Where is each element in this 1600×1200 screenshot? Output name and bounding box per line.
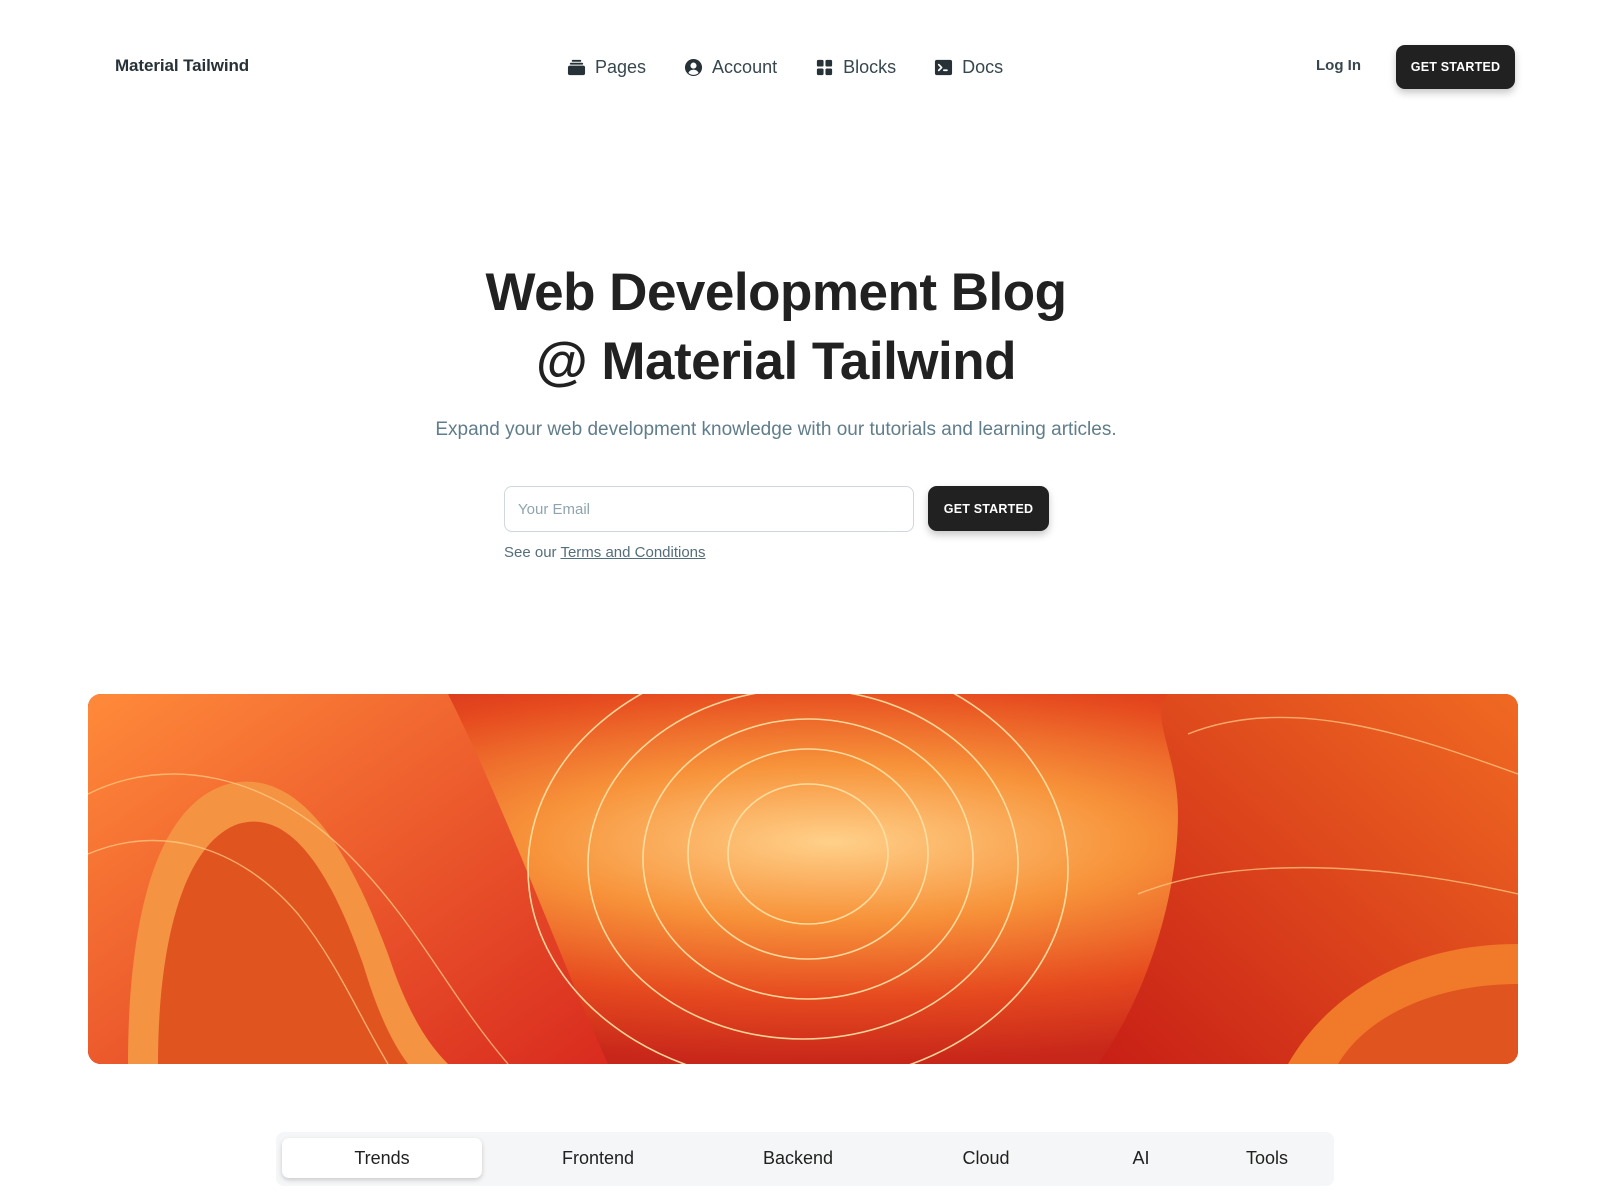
pages-icon [567, 58, 586, 77]
navbar: Material Tailwind Pages Account Blocks D… [0, 0, 1600, 134]
login-link[interactable]: Log In [1316, 57, 1361, 74]
abstract-paper-art [88, 694, 1518, 1064]
category-tabs: Trends Frontend Backend Cloud AI Tools [276, 1132, 1334, 1186]
tab-trends[interactable]: Trends [282, 1138, 482, 1178]
title-line-2: @ Material Tailwind [536, 332, 1017, 391]
tab-frontend[interactable]: Frontend [498, 1138, 698, 1178]
hero-banner-image [88, 694, 1518, 1064]
tab-tools[interactable]: Tools [1202, 1138, 1332, 1178]
main-nav: Pages Account Blocks Docs [567, 52, 1003, 82]
terms-prefix: See our [504, 544, 557, 561]
nav-item-label: Blocks [843, 56, 897, 77]
terms-note: See our Terms and Conditions [504, 544, 706, 561]
brand-logo[interactable]: Material Tailwind [115, 56, 249, 76]
get-started-button[interactable]: GET STARTED [1396, 45, 1515, 89]
account-icon [684, 58, 703, 77]
blocks-icon [815, 58, 834, 77]
docs-icon [934, 58, 953, 77]
hero-subtitle: Expand your web development knowledge wi… [435, 419, 1117, 440]
terms-link[interactable]: Terms and Conditions [560, 544, 705, 561]
email-field[interactable] [504, 486, 914, 532]
nav-item-label: Pages [595, 56, 647, 77]
page-title: Web Development Blog @ Material Tailwind [0, 258, 1552, 396]
tab-backend[interactable]: Backend [698, 1138, 898, 1178]
nav-item-label: Docs [962, 56, 1004, 77]
nav-item-label: Account [712, 56, 778, 77]
nav-item-account[interactable]: Account [684, 57, 777, 78]
title-line-1: Web Development Blog [485, 263, 1067, 322]
nav-item-docs[interactable]: Docs [934, 57, 1003, 78]
nav-item-pages[interactable]: Pages [567, 57, 646, 78]
nav-item-blocks[interactable]: Blocks [815, 57, 896, 78]
subscribe-button[interactable]: GET STARTED [928, 486, 1049, 531]
